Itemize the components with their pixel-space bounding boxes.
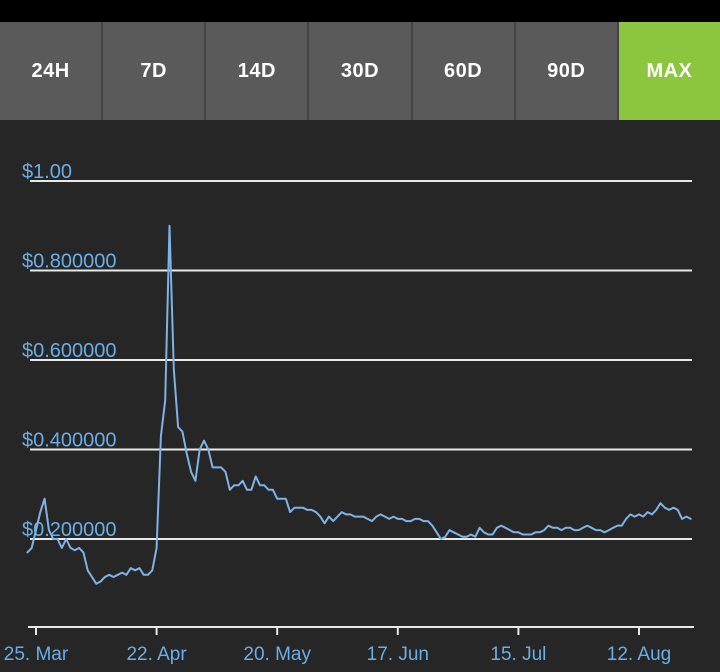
- y-tick-label: $1.00: [22, 161, 72, 183]
- x-tick-label: 20. May: [243, 644, 311, 665]
- tab-90d[interactable]: 90D: [515, 22, 619, 120]
- tab-30d[interactable]: 30D: [309, 22, 413, 120]
- x-tick-label: 25. Mar: [4, 644, 69, 665]
- y-tick-label: $0.600000: [22, 340, 117, 362]
- y-tick-label: $0.400000: [22, 430, 117, 452]
- tab-14d[interactable]: 14D: [206, 22, 310, 120]
- tab-7d[interactable]: 7D: [103, 22, 207, 120]
- y-tick-label: $0.800000: [22, 251, 117, 273]
- price-chart: $1.00$0.800000$0.600000$0.400000$0.20000…: [4, 161, 694, 665]
- chart-panel: $1.00 $0.800000 $0.600000 $0.400000 $0.20000…: [0, 120, 720, 672]
- x-tick-label: 12. Aug: [607, 644, 671, 665]
- price-series-line: [26, 224, 692, 585]
- x-tick-label: 17. Jun: [367, 644, 429, 665]
- tab-24h[interactable]: 24H: [0, 22, 104, 120]
- tab-60d[interactable]: 60D: [412, 22, 516, 120]
- x-tick-label: 15. Jul: [490, 644, 546, 665]
- tab-max[interactable]: MAX: [618, 22, 720, 120]
- x-tick-label: 22. Apr: [126, 644, 187, 665]
- range-tab-bar: 24H 7D 14D 30D 60D 90D MAX: [0, 22, 720, 120]
